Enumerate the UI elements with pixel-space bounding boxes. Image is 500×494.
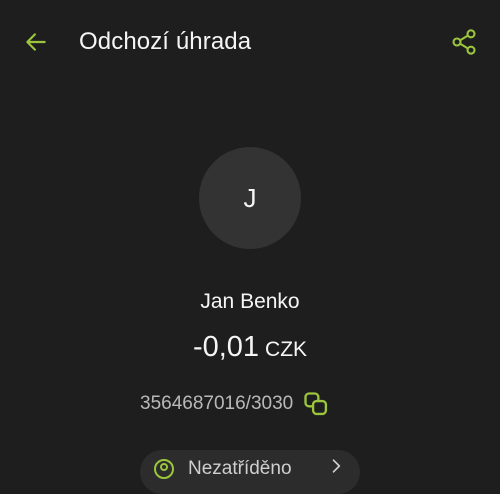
amount: -0,01 CZK: [0, 331, 500, 364]
back-button[interactable]: [20, 26, 52, 58]
category-label: Nezatříděno: [188, 458, 292, 479]
app-bar: Odchozí úhrada: [0, 0, 500, 84]
tag-icon: [154, 459, 174, 479]
avatar: J: [199, 147, 301, 249]
share-button[interactable]: [446, 24, 482, 60]
account-number: 3564687016/3030: [140, 393, 294, 414]
copy-button[interactable]: [299, 387, 333, 421]
account-row: 3564687016/3030: [140, 388, 333, 420]
category-chip[interactable]: Nezatříděno: [140, 450, 360, 494]
arrow-left-icon: [26, 33, 46, 51]
chevron-right-icon: [332, 459, 341, 473]
amount-value: -0,01: [192, 331, 260, 363]
amount-currency: CZK: [265, 338, 308, 361]
copy-icon: [304, 392, 328, 416]
share-icon: [452, 29, 476, 55]
page-title: Odchozí úhrada: [79, 28, 252, 55]
avatar-initial: J: [243, 182, 257, 213]
counterparty-name: Jan Benko: [200, 290, 300, 313]
